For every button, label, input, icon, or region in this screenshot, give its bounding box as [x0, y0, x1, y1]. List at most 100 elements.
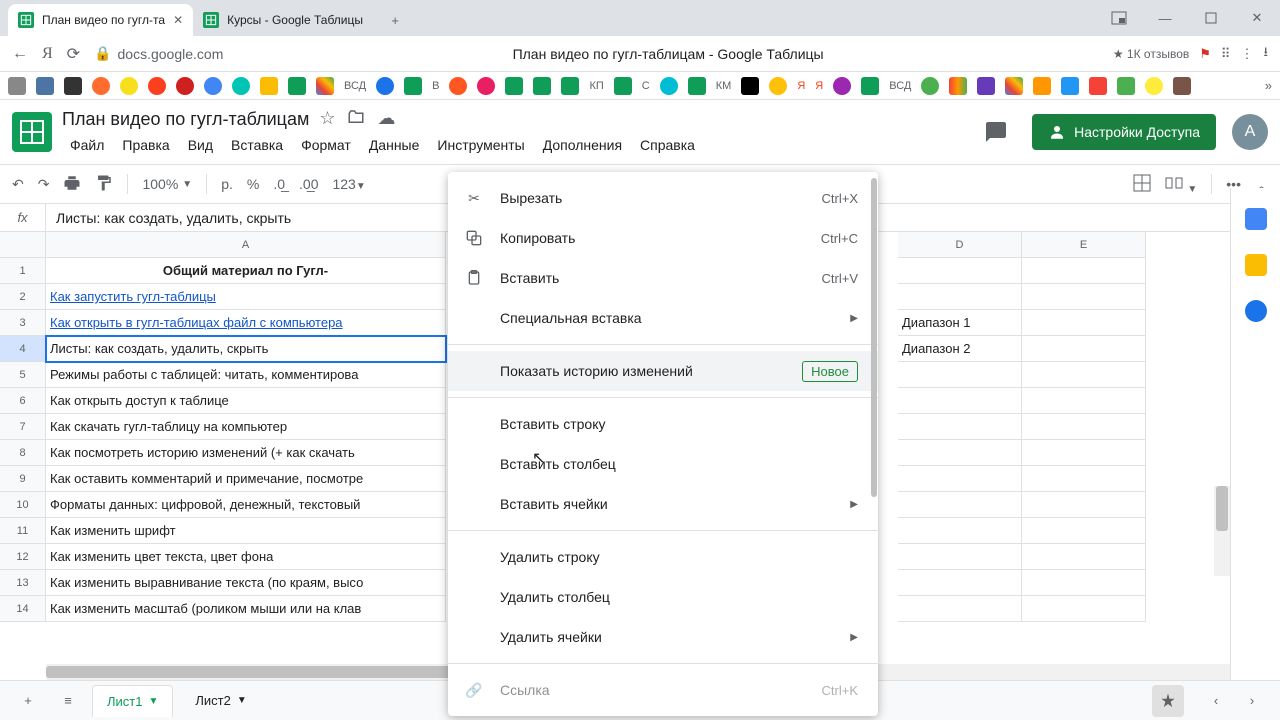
menu-файл[interactable]: Файл — [62, 133, 112, 157]
share-button[interactable]: Настройки Доступа — [1032, 114, 1216, 150]
cell[interactable]: Как изменить выравнивание текста (по кра… — [46, 570, 446, 596]
bookmark-icon[interactable] — [404, 77, 422, 95]
cloud-icon[interactable]: ☁ — [377, 108, 395, 131]
row-header[interactable]: 8 — [0, 440, 46, 466]
cell[interactable]: Общий материал по Гугл- — [46, 258, 446, 284]
bookmark-text[interactable]: КМ — [716, 80, 732, 92]
back-icon[interactable]: ← — [12, 45, 28, 63]
bookmark-icon[interactable] — [533, 77, 551, 95]
download-icon[interactable]: ⭳ — [1263, 43, 1268, 65]
row-header[interactable]: 7 — [0, 414, 46, 440]
bookmark-text[interactable]: С — [642, 80, 650, 92]
cm-delete-column[interactable]: Удалить столбец — [448, 577, 878, 617]
cell[interactable]: Как оставить комментарий и примечание, п… — [46, 466, 446, 492]
close-window-icon[interactable]: ✕ — [1234, 0, 1280, 36]
cell[interactable] — [1022, 336, 1146, 362]
cell[interactable] — [898, 570, 1022, 596]
bookmark-icon[interactable] — [1145, 77, 1163, 95]
cm-paste[interactable]: Вставить Ctrl+V — [448, 258, 878, 298]
star-icon[interactable]: ☆ — [319, 108, 335, 131]
bookmark-icon[interactable] — [660, 77, 678, 95]
browser-tab-active[interactable]: План видео по гугл-та ✕ — [8, 4, 193, 36]
cm-show-edit-history[interactable]: Показать историю изменений Новое — [448, 351, 878, 391]
bookmark-text[interactable]: Я — [797, 80, 805, 92]
bookmark-icon[interactable] — [376, 77, 394, 95]
zoom-select[interactable]: 100% ▼ — [142, 176, 192, 192]
menu-вставка[interactable]: Вставка — [223, 133, 291, 157]
cell[interactable] — [1022, 388, 1146, 414]
chevron-down-icon[interactable]: ▼ — [237, 695, 247, 706]
row-header[interactable]: 6 — [0, 388, 46, 414]
bookmark-text[interactable]: КП — [589, 80, 603, 92]
bookmark-icon[interactable] — [861, 77, 879, 95]
bookmark-icon[interactable] — [449, 77, 467, 95]
pip-icon[interactable] — [1096, 0, 1142, 36]
bookmark-icon[interactable] — [1005, 77, 1023, 95]
cm-copy[interactable]: Копировать Ctrl+C — [448, 218, 878, 258]
new-tab-button[interactable]: + — [381, 6, 409, 34]
bookmark-icon[interactable] — [977, 77, 995, 95]
cm-delete-row[interactable]: Удалить строку — [448, 537, 878, 577]
menu-инструменты[interactable]: Инструменты — [429, 133, 532, 157]
menu-формат[interactable]: Формат — [293, 133, 359, 157]
bookmark-icon[interactable] — [949, 77, 967, 95]
bookmark-icon[interactable] — [505, 77, 523, 95]
bookmark-icon[interactable] — [921, 77, 939, 95]
cell[interactable] — [898, 466, 1022, 492]
cell[interactable] — [1022, 310, 1146, 336]
bookmark-icon[interactable] — [64, 77, 82, 95]
cell[interactable] — [898, 440, 1022, 466]
undo-icon[interactable]: ↶ — [12, 176, 24, 193]
url-display[interactable]: 🔒 docs.google.com — [94, 45, 223, 62]
row-header[interactable]: 1 — [0, 258, 46, 284]
cm-delete-cells[interactable]: Удалить ячейки ▶ — [448, 617, 878, 657]
cell[interactable]: Диапазон 1 — [898, 310, 1022, 336]
sheet-tab-1[interactable]: Лист1 ▼ — [92, 685, 173, 717]
cm-cut[interactable]: ✂ Вырезать Ctrl+X — [448, 178, 878, 218]
bookmark-flag-icon[interactable]: ⚑ — [1199, 46, 1211, 62]
menu-данные[interactable]: Данные — [361, 133, 428, 157]
cm-insert-cells[interactable]: Вставить ячейки ▶ — [448, 484, 878, 524]
cell[interactable] — [1022, 596, 1146, 622]
bookmark-icon[interactable] — [288, 77, 306, 95]
context-menu-scrollbar[interactable] — [870, 178, 878, 710]
cell[interactable] — [1022, 414, 1146, 440]
maximize-icon[interactable] — [1188, 0, 1234, 36]
extensions-icon[interactable]: ⋮ — [1240, 46, 1253, 62]
cm-insert-row[interactable]: Вставить строку — [448, 404, 878, 444]
close-tab-icon[interactable]: ✕ — [173, 13, 183, 27]
format-select[interactable]: 123▼ — [332, 176, 365, 192]
bookmark-icon[interactable] — [148, 77, 166, 95]
row-header[interactable]: 3 — [0, 310, 46, 336]
tasks-icon[interactable] — [1245, 300, 1267, 322]
cell[interactable] — [1022, 440, 1146, 466]
cell[interactable] — [898, 258, 1022, 284]
cm-link[interactable]: 🔗 Ссылка Ctrl+K — [448, 670, 878, 710]
row-header[interactable]: 11 — [0, 518, 46, 544]
cell[interactable]: Как изменить шрифт — [46, 518, 446, 544]
paw-icon[interactable]: ⠿ — [1221, 46, 1231, 62]
bookmark-text[interactable]: Я — [815, 80, 823, 92]
reviews-badge[interactable]: ★ 1К отзывов — [1113, 47, 1189, 61]
all-sheets-button[interactable]: ≡ — [52, 685, 84, 717]
menu-вид[interactable]: Вид — [180, 133, 221, 157]
bookmark-icon[interactable] — [741, 77, 759, 95]
cell[interactable] — [1022, 492, 1146, 518]
menu-дополнения[interactable]: Дополнения — [535, 133, 630, 157]
bookmark-overflow-icon[interactable]: » — [1265, 78, 1272, 93]
bookmark-icon[interactable] — [1089, 77, 1107, 95]
bookmark-icon[interactable] — [92, 77, 110, 95]
bookmark-icon[interactable] — [561, 77, 579, 95]
cell[interactable]: Как изменить цвет текста, цвет фона — [46, 544, 446, 570]
redo-icon[interactable]: ↷ — [38, 176, 50, 193]
menu-справка[interactable]: Справка — [632, 133, 703, 157]
bookmark-icon[interactable] — [8, 77, 26, 95]
percent-button[interactable]: % — [247, 176, 259, 192]
decrease-decimal-button[interactable]: .0̲ — [273, 176, 285, 192]
select-all-corner[interactable] — [0, 232, 46, 258]
print-icon[interactable] — [63, 174, 81, 195]
cell[interactable] — [1022, 518, 1146, 544]
cell[interactable] — [898, 492, 1022, 518]
bookmark-icon[interactable] — [260, 77, 278, 95]
column-header-d[interactable]: D — [898, 232, 1022, 258]
